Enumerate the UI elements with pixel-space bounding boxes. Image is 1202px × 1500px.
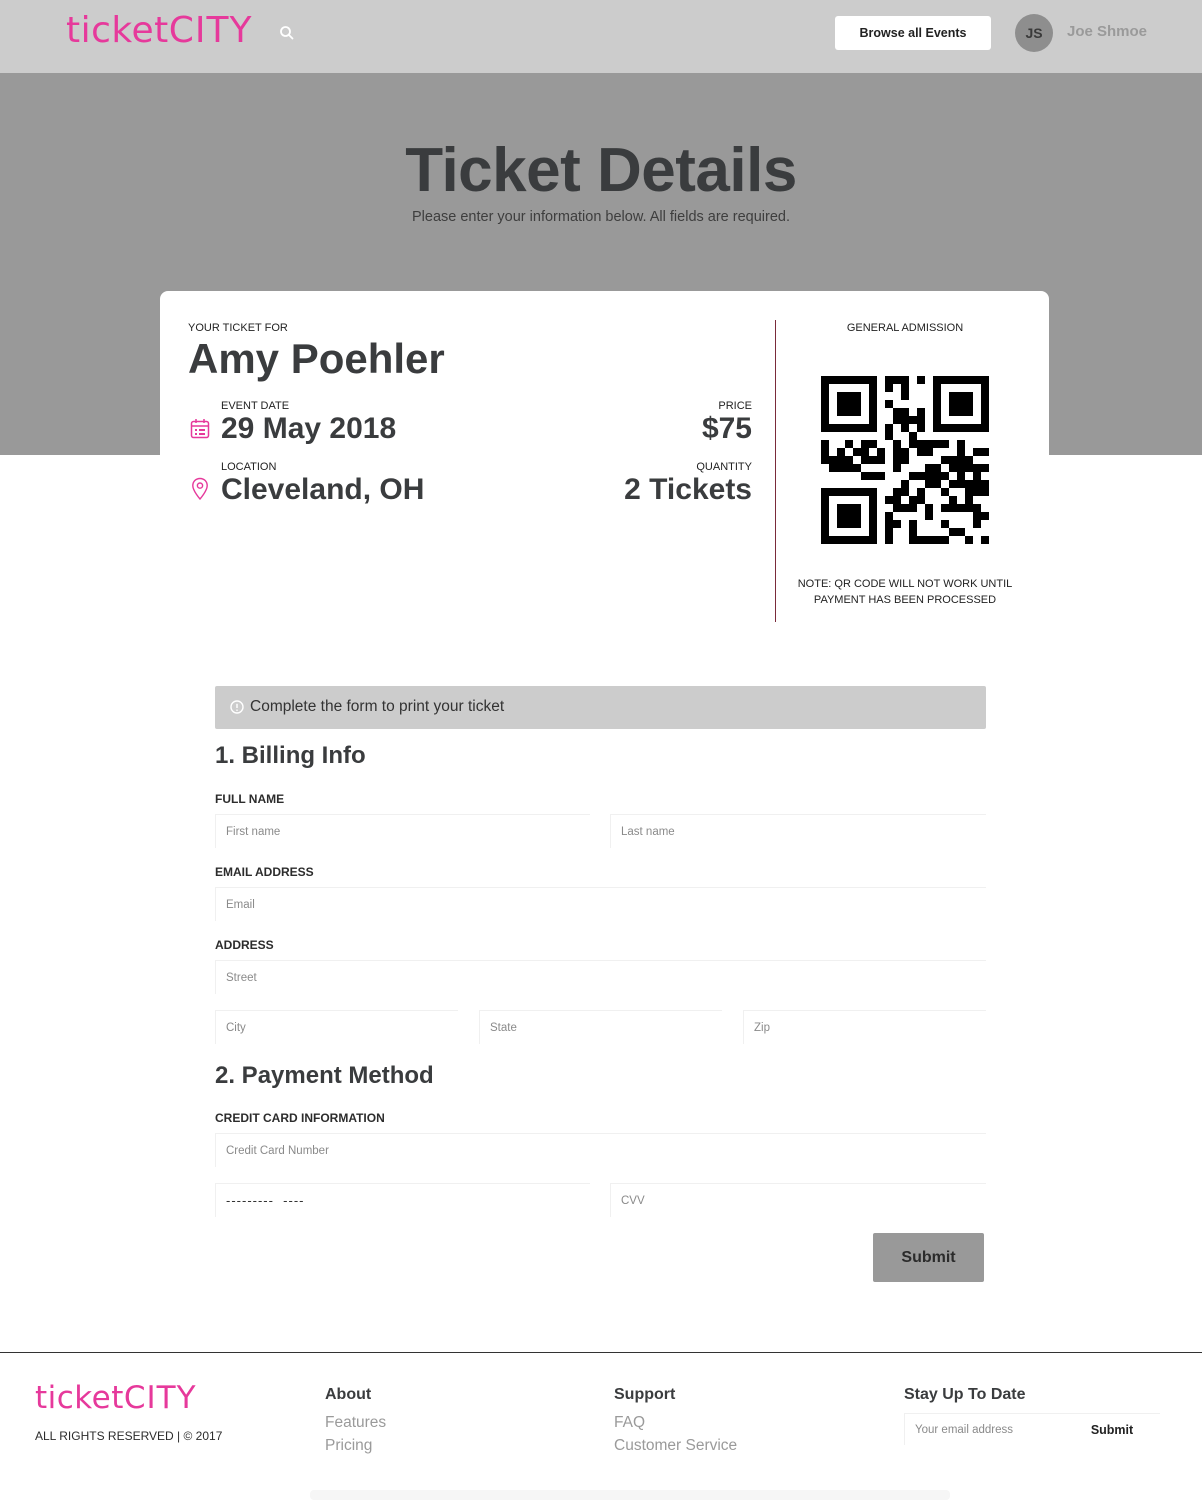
map-pin-icon	[191, 477, 209, 506]
event-date-value: 29 May 2018	[221, 412, 397, 445]
payment-method-title: 2. Payment Method	[215, 1062, 434, 1089]
credit-card-label: CREDIT CARD INFORMATION	[215, 1111, 385, 1125]
footer-logo-text-city: CITY	[123, 1380, 197, 1416]
quantity-label: QUANTITY	[696, 461, 752, 473]
quantity-value: 2 Tickets	[624, 473, 752, 506]
expiry-input[interactable]	[215, 1183, 590, 1217]
form-alert: Complete the form to print your ticket	[215, 686, 986, 729]
submit-button[interactable]: Submit	[873, 1233, 984, 1282]
email-input[interactable]	[215, 887, 986, 921]
zip-input[interactable]	[743, 1010, 986, 1044]
location-label: LOCATION	[221, 461, 277, 473]
top-navbar: ticketCITY Browse all Events JS Joe Shmo…	[0, 0, 1202, 73]
street-input[interactable]	[215, 960, 986, 994]
billing-info-title: 1. Billing Info	[215, 742, 366, 769]
footer-newsletter-title: Stay Up To Date	[904, 1386, 1026, 1403]
ticketcity-logo[interactable]: ticketCITY	[66, 10, 252, 51]
footer-link-customer-service[interactable]: Customer Service	[614, 1437, 737, 1455]
user-avatar[interactable]: JS	[1015, 14, 1053, 52]
price-label: PRICE	[718, 400, 752, 412]
address-label: ADDRESS	[215, 938, 274, 952]
page-title: Ticket Details	[405, 136, 797, 205]
search-icon[interactable]	[278, 24, 296, 42]
footer-logo-text-ticket: ticket	[35, 1380, 124, 1416]
page-subtitle: Please enter your information below. All…	[411, 209, 790, 225]
footer-link-pricing[interactable]: Pricing	[325, 1437, 372, 1455]
price-value: $75	[701, 412, 752, 445]
logo-text-city: CITY	[168, 10, 253, 51]
bottom-edge-shadow	[310, 1490, 950, 1500]
qr-code	[821, 376, 989, 549]
city-input[interactable]	[215, 1010, 458, 1044]
qr-note-line-1: NOTE: QR CODE WILL NOT WORK UNTIL	[797, 578, 1013, 590]
ticket-for-label: YOUR TICKET FOR	[188, 322, 288, 334]
full-name-label: FULL NAME	[215, 792, 285, 806]
last-name-input[interactable]	[610, 814, 986, 848]
user-name[interactable]: Joe Shmoe	[1067, 23, 1147, 40]
qr-note: NOTE: QR CODE WILL NOT WORK UNTIL PAYMEN…	[785, 576, 1025, 608]
footer-logo[interactable]: ticketCITY	[35, 1380, 197, 1416]
form-alert-text: Complete the form to print your ticket	[250, 698, 505, 715]
footer-link-features[interactable]: Features	[325, 1414, 386, 1432]
location-value: Cleveland, OH	[221, 473, 425, 506]
event-date-label: EVENT DATE	[221, 400, 290, 412]
browse-all-events-button[interactable]: Browse all Events	[835, 16, 991, 50]
info-icon	[230, 700, 244, 719]
copyright-text: ALL RIGHTS RESERVED | © 2017	[35, 1429, 223, 1443]
newsletter-email-input[interactable]	[904, 1413, 1064, 1445]
calendar-icon	[190, 418, 210, 445]
state-input[interactable]	[479, 1010, 722, 1044]
ticket-holder-name: Amy Poehler	[188, 335, 445, 382]
footer-support-title: Support	[614, 1386, 676, 1403]
credit-card-number-input[interactable]	[215, 1133, 986, 1167]
qr-note-line-2: PAYMENT HAS BEEN PROCESSED	[813, 594, 997, 606]
newsletter-submit-button[interactable]: Submit	[1064, 1413, 1160, 1445]
first-name-input[interactable]	[215, 814, 590, 848]
general-admission-label: GENERAL ADMISSION	[846, 322, 964, 334]
cvv-input[interactable]	[610, 1183, 986, 1217]
email-address-label: EMAIL ADDRESS	[215, 865, 314, 879]
logo-text-ticket: ticket	[66, 10, 169, 51]
footer-divider	[0, 1352, 1202, 1353]
ticket-card: YOUR TICKET FOR Amy Poehler EVENT DATE 2…	[160, 291, 1049, 646]
ticket-divider	[775, 320, 776, 622]
footer-link-faq[interactable]: FAQ	[614, 1414, 645, 1432]
footer-about-title: About	[325, 1386, 372, 1403]
